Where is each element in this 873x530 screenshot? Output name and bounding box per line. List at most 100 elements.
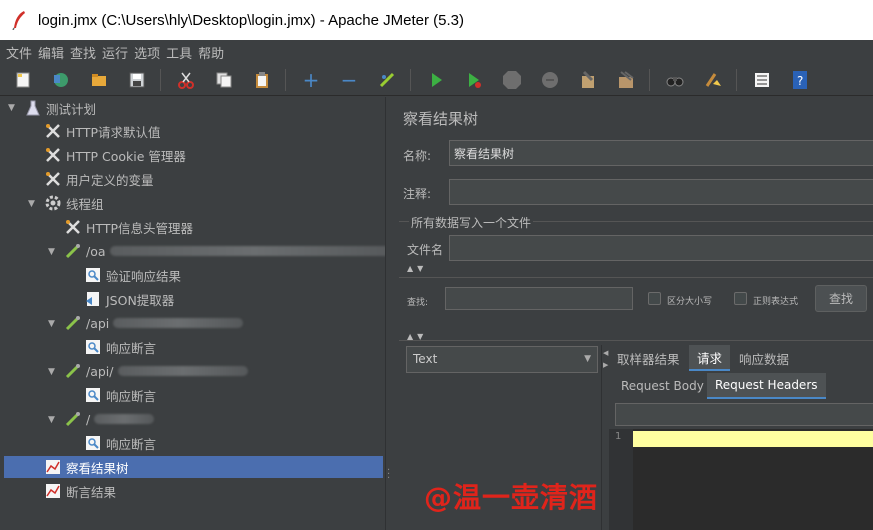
watermark: @温一壶清酒 (424, 481, 599, 514)
toolbar-separator (285, 68, 286, 91)
toolbar-separator (160, 68, 161, 91)
collapse-toggle[interactable]: ▼ (8, 103, 15, 113)
pipette-icon (64, 362, 82, 380)
menu-bar: 文件 编辑 查找 运行 选项 工具 帮助 (0, 40, 873, 64)
regex-checkbox[interactable] (734, 292, 747, 305)
search-button[interactable]: 查找 (815, 285, 867, 312)
expand-icon[interactable]: + (300, 68, 322, 92)
panel-title: 察看结果树 (403, 110, 479, 128)
result-splitter[interactable]: ◀ ▶ (601, 345, 609, 530)
tree-node-assertion-2[interactable]: 响应断言 (84, 336, 156, 358)
pipette-icon (64, 242, 82, 260)
divider (399, 277, 873, 278)
tree-node-test-plan[interactable]: 测试计划 (24, 97, 96, 119)
headers-editor[interactable] (633, 429, 873, 530)
wrench-icon (44, 122, 62, 140)
flask-icon (24, 99, 42, 117)
search-icon[interactable] (664, 69, 686, 91)
tree-node-sampler-1[interactable]: /oa (64, 240, 400, 262)
result-tree-panel: 察看结果树 名称: 察看结果树 注释: 所有数据写入一个文件 文件名 ▲▼ 查找… (393, 97, 873, 530)
name-field[interactable]: 察看结果树 (449, 140, 873, 166)
new-icon[interactable] (12, 69, 34, 91)
svg-text:?: ? (797, 74, 803, 88)
split-arrows[interactable]: ▲▼ (407, 264, 427, 273)
pipette-icon (64, 314, 82, 332)
save-icon[interactable] (126, 69, 148, 91)
tree-node-sampler-2[interactable]: /api (64, 312, 244, 334)
menu-run[interactable]: 运行 (102, 43, 128, 62)
function-helper-icon[interactable] (751, 69, 773, 91)
collapse-toggle[interactable]: ▼ (48, 319, 55, 329)
test-plan-tree: ▼ 测试计划 HTTP请求默认值 HTTP Cookie 管理器 用户定义的变量… (0, 97, 400, 530)
menu-help[interactable]: 帮助 (198, 43, 224, 62)
assertion-icon (84, 386, 102, 404)
collapse-toggle[interactable]: ▼ (48, 247, 55, 257)
tree-node-result-tree[interactable]: 察看结果树 (4, 456, 383, 478)
assertion-icon (84, 338, 102, 356)
filename-field[interactable] (449, 235, 873, 261)
redacted-text (113, 318, 244, 328)
panel-splitter[interactable]: · · · (385, 97, 393, 530)
tab-sampler-result[interactable]: 取样器结果 (609, 345, 688, 371)
clear-all-icon[interactable] (615, 69, 637, 91)
renderer-select[interactable]: Text ▼ (406, 346, 598, 373)
search-input[interactable] (445, 287, 633, 310)
stop-icon[interactable] (501, 69, 523, 91)
case-checkbox[interactable] (648, 292, 661, 305)
wrench-icon (44, 146, 62, 164)
subtab-request-body[interactable]: Request Body (613, 373, 712, 399)
comment-label: 注释: (403, 187, 432, 201)
cut-icon[interactable] (175, 69, 197, 91)
shutdown-icon[interactable] (539, 69, 561, 91)
copy-icon[interactable] (213, 69, 235, 91)
tree-node-thread-group[interactable]: 线程组 (44, 192, 104, 214)
help-icon[interactable]: ? (789, 69, 811, 91)
collapse-icon[interactable]: − (338, 68, 360, 92)
collapse-toggle[interactable]: ▼ (48, 415, 55, 425)
tree-node-header-manager[interactable]: HTTP信息头管理器 (64, 216, 193, 238)
tree-node-sampler-3[interactable]: /api/ (64, 360, 248, 382)
reset-search-icon[interactable] (702, 69, 724, 91)
name-label: 名称: (403, 149, 432, 163)
menu-search[interactable]: 查找 (70, 43, 96, 62)
headers-search-field[interactable] (615, 403, 873, 426)
case-label: 区分大小写 (667, 297, 713, 307)
tree-node-assert-results[interactable]: 断言结果 (44, 480, 116, 502)
chart-icon (44, 482, 62, 500)
tree-node-assertion-4[interactable]: 响应断言 (84, 432, 156, 454)
tree-node-http-defaults[interactable]: HTTP请求默认值 (44, 120, 161, 142)
start-icon[interactable] (425, 69, 447, 91)
tab-request[interactable]: 请求 (689, 345, 731, 371)
tree-node-cookie-manager[interactable]: HTTP Cookie 管理器 (44, 144, 186, 166)
line-number: 1 (615, 431, 622, 442)
wrench-icon (64, 218, 82, 236)
templates-icon[interactable] (50, 69, 72, 91)
assertion-icon (84, 266, 102, 284)
menu-options[interactable]: 选项 (134, 43, 160, 62)
menu-tools[interactable]: 工具 (166, 43, 192, 62)
collapse-toggle[interactable]: ▼ (28, 199, 35, 209)
redacted-text (109, 246, 400, 256)
tree-node-json-extractor[interactable]: JSON提取器 (84, 288, 174, 310)
tree-node-assertion-3[interactable]: 响应断言 (84, 384, 156, 406)
start-no-pause-icon[interactable] (463, 69, 485, 91)
collapse-toggle[interactable]: ▼ (48, 367, 55, 377)
subtab-request-headers[interactable]: Request Headers (707, 373, 826, 399)
tab-response-data[interactable]: 响应数据 (731, 345, 797, 371)
tree-node-assertion-1[interactable]: 验证响应结果 (84, 264, 181, 286)
redacted-text (117, 366, 248, 376)
toolbar-separator (736, 68, 737, 91)
tree-node-user-vars[interactable]: 用户定义的变量 (44, 168, 154, 190)
tree-node-sampler-4[interactable]: / (64, 408, 155, 430)
menu-file[interactable]: 文件 (6, 43, 32, 62)
toolbar-separator (649, 68, 650, 91)
toggle-icon[interactable] (376, 69, 398, 91)
open-icon[interactable] (88, 69, 110, 91)
chart-icon (44, 458, 62, 476)
clear-icon[interactable] (577, 69, 599, 91)
renderer-value: Text (413, 352, 438, 366)
file-section-title: 所有数据写入一个文件 (409, 214, 534, 231)
paste-icon[interactable] (251, 69, 273, 91)
comment-field[interactable] (449, 179, 873, 205)
menu-edit[interactable]: 编辑 (38, 43, 64, 62)
